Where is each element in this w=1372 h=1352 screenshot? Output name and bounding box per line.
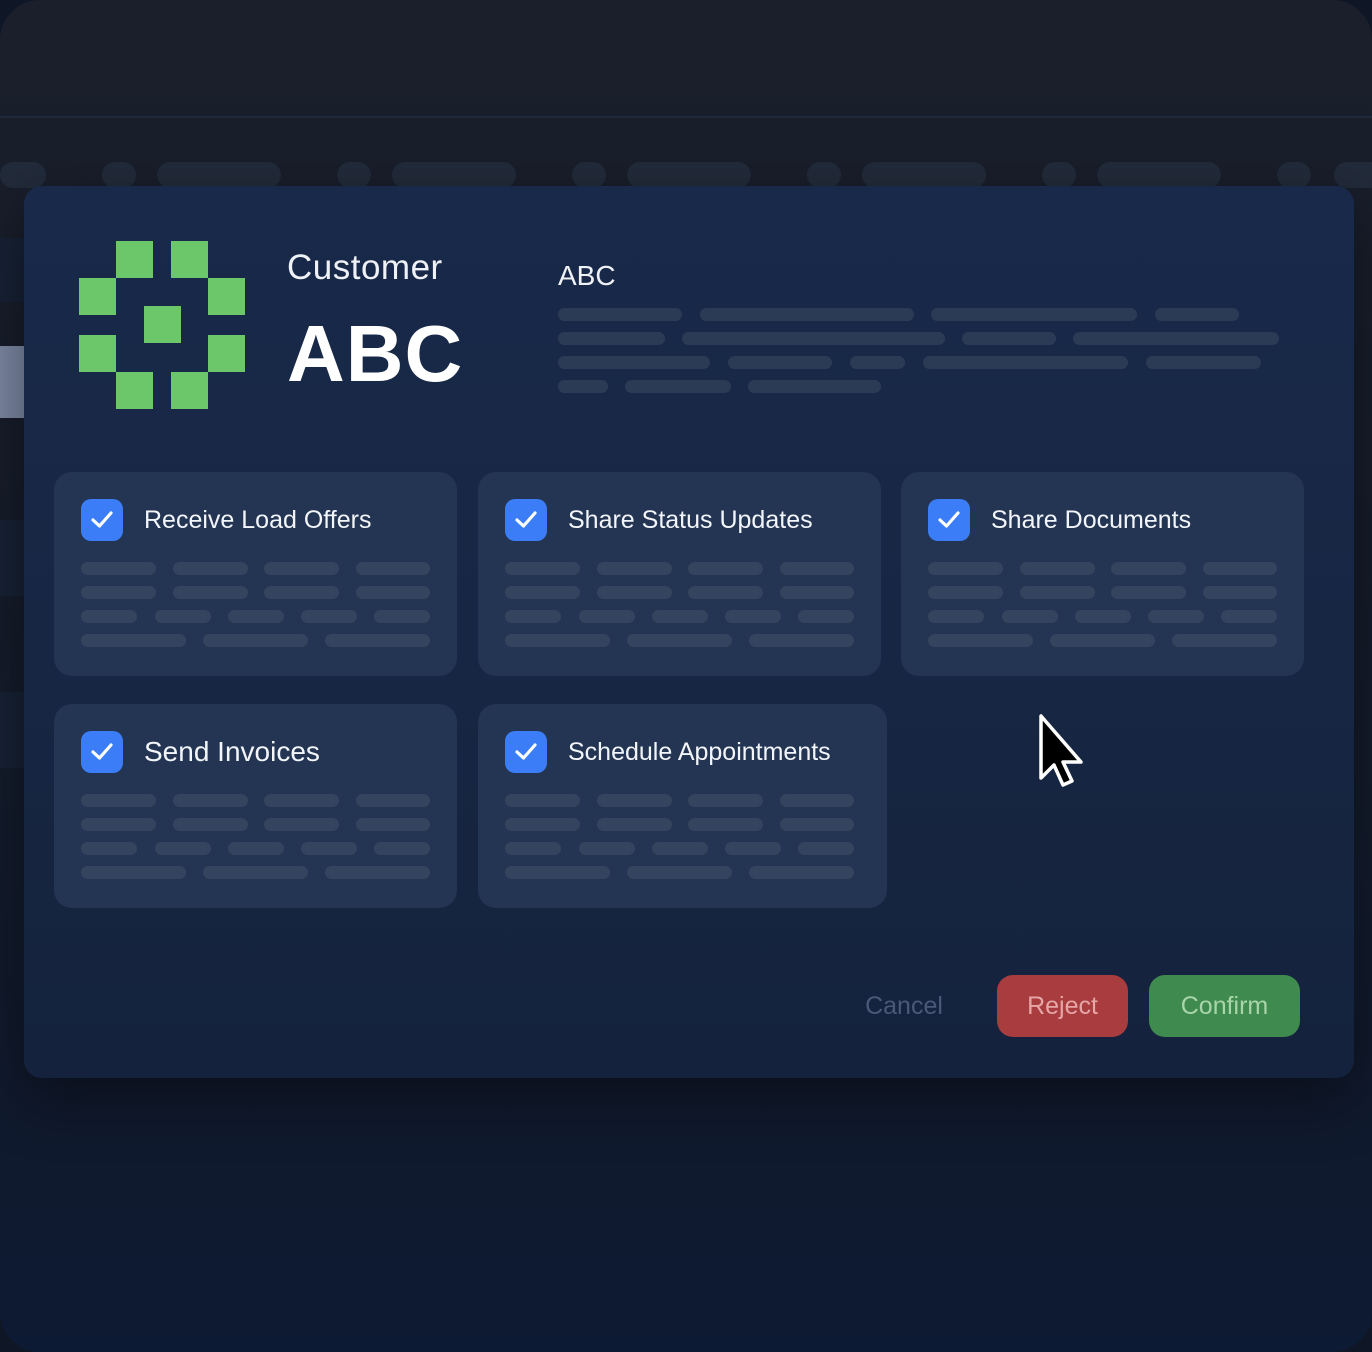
background-row: [0, 238, 24, 302]
permission-label: Receive Load Offers: [144, 506, 372, 534]
customer-permissions-dialog: Customer ABC ABC Receive Load Offers Sha…: [24, 186, 1354, 1078]
cancel-button[interactable]: Cancel: [844, 975, 964, 1037]
checkmark-icon: [938, 511, 960, 528]
confirm-button[interactable]: Confirm: [1149, 975, 1300, 1037]
background-tab-placeholder: [1042, 162, 1076, 188]
checkbox-send-invoices[interactable]: [81, 731, 123, 773]
checkbox-share-status-updates[interactable]: [505, 499, 547, 541]
reject-button[interactable]: Reject: [997, 975, 1128, 1037]
customer-name: ABC: [287, 309, 464, 398]
header-divider: [0, 116, 1372, 118]
permission-card[interactable]: Share Status Updates: [478, 472, 881, 676]
permission-label: Send Invoices: [144, 736, 320, 767]
checkmark-icon: [91, 511, 113, 528]
background-tab-placeholder: [862, 162, 986, 188]
background-tab-placeholder: [0, 162, 46, 188]
permission-card[interactable]: Receive Load Offers: [54, 472, 457, 676]
background-tab-placeholder: [157, 162, 281, 188]
background-tab-placeholder: [337, 162, 371, 188]
customer-name-small: ABC: [558, 260, 616, 291]
background-tab-placeholder: [627, 162, 751, 188]
background-tab-placeholder: [1097, 162, 1221, 188]
background-row: [0, 520, 24, 596]
background-tab-placeholder: [1334, 162, 1372, 188]
background-tab-placeholder: [572, 162, 606, 188]
checkbox-share-documents[interactable]: [928, 499, 970, 541]
permission-card[interactable]: Schedule Appointments: [478, 704, 887, 908]
checkbox-receive-load-offers[interactable]: [81, 499, 123, 541]
background-tab-placeholder: [102, 162, 136, 188]
checkbox-schedule-appointments[interactable]: [505, 731, 547, 773]
app-window: Customer ABC ABC Receive Load Offers Sha…: [0, 0, 1372, 1352]
permission-label: Schedule Appointments: [568, 738, 831, 766]
background-tab-placeholder: [392, 162, 516, 188]
permission-card[interactable]: Send Invoices: [54, 704, 457, 908]
permission-label: Share Documents: [991, 506, 1192, 534]
background-tab-placeholder: [807, 162, 841, 188]
mouse-pointer-icon: [1035, 712, 1091, 797]
customer-label: Customer: [287, 248, 443, 287]
checkmark-icon: [515, 743, 537, 760]
background-selected-row: [0, 346, 24, 418]
checkmark-icon: [515, 511, 537, 528]
pixel-logo-icon: [79, 241, 247, 409]
permission-card[interactable]: Share Documents: [901, 472, 1304, 676]
background-tab-placeholder: [1277, 162, 1311, 188]
background-row: [0, 692, 24, 768]
permission-label: Share Status Updates: [568, 506, 813, 534]
checkmark-icon: [91, 743, 113, 760]
